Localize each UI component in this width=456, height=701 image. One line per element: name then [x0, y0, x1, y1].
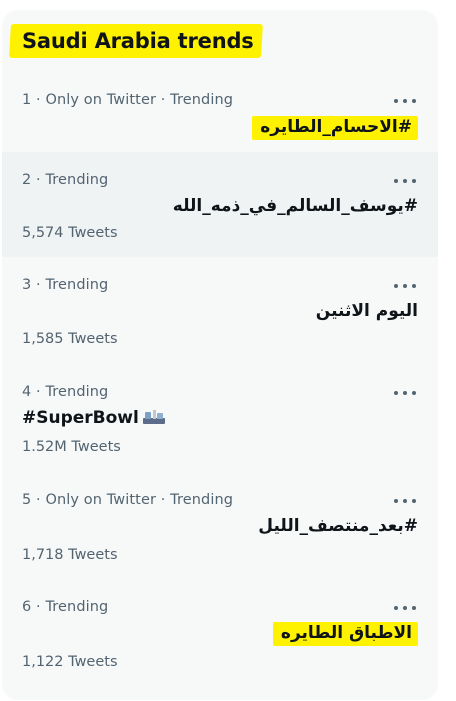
more-options-icon[interactable] [394, 494, 416, 508]
trend-item-6[interactable]: 6 · Trending الاطباق الطايره 1,122 Tweet… [2, 579, 438, 689]
super-bowl-badge-icon [142, 410, 165, 424]
trend-meta: 2 · Trending [22, 172, 109, 188]
tweet-count: 1,122 Tweets [22, 654, 118, 670]
trend-item-2[interactable]: 2 · Trending #يوسف_السالم_في_ذمه_الله 5,… [2, 152, 438, 257]
tweet-count: 1,585 Tweets [22, 331, 118, 347]
page-title: Saudi Arabia trends [22, 29, 254, 53]
more-options-icon[interactable] [394, 174, 416, 188]
trend-name: #يوسف_السالم_في_ذمه_الله [172, 196, 418, 216]
trend-name: اليوم الاثنين [315, 301, 418, 321]
trend-meta: 3 · Trending [22, 277, 109, 293]
more-options-icon[interactable] [394, 386, 416, 400]
trends-header: Saudi Arabia trends [2, 10, 438, 68]
tweet-count: 5,574 Tweets [22, 225, 118, 241]
trend-name-highlight: الاطباق الطايره [272, 622, 418, 646]
trend-name: الاطباق الطايره [272, 622, 418, 646]
trend-item-4[interactable]: 4 · Trending #SuperBowl 1.52M Tweets [2, 364, 438, 472]
more-options-icon[interactable] [394, 601, 416, 615]
more-options-icon[interactable] [394, 94, 416, 108]
tweet-count: 1.52M Tweets [22, 439, 121, 455]
trend-name: #الاحسام_الطايره [252, 116, 418, 140]
trend-meta: 1 · Only on Twitter · Trending [22, 92, 234, 108]
trend-item-5[interactable]: 5 · Only on Twitter · Trending #بعد_منتص… [2, 472, 438, 579]
trend-item-1[interactable]: 1 · Only on Twitter · Trending #الاحسام_… [2, 68, 438, 152]
trend-name: #بعد_منتصف_الليل [258, 516, 418, 536]
trend-name-text: #SuperBowl [22, 408, 139, 428]
more-options-icon[interactable] [394, 279, 416, 293]
trends-panel: Saudi Arabia trends 1 · Only on Twitter … [2, 10, 438, 700]
title-highlight: Saudi Arabia trends [9, 24, 263, 58]
trend-meta: 6 · Trending [22, 599, 109, 615]
trend-meta: 5 · Only on Twitter · Trending [22, 492, 234, 508]
trend-name-highlight: #الاحسام_الطايره [252, 116, 418, 140]
tweet-count: 1,718 Tweets [22, 547, 118, 563]
trend-meta: 4 · Trending [22, 384, 109, 400]
trend-item-3[interactable]: 3 · Trending اليوم الاثنين 1,585 Tweets [2, 257, 438, 364]
trend-name: #SuperBowl [22, 408, 166, 428]
